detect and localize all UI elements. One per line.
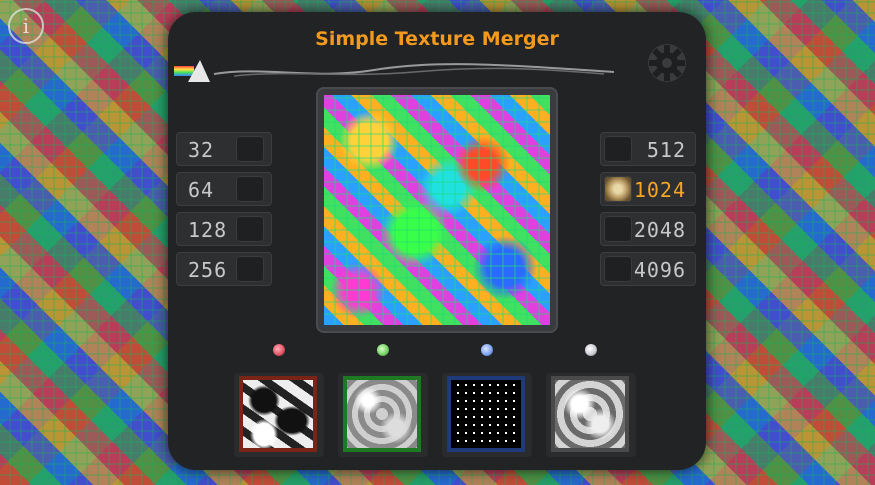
merged-texture-preview xyxy=(324,95,550,325)
size-checkbox xyxy=(604,256,632,282)
size-label: 1024 xyxy=(633,178,686,202)
red-texture-slot[interactable] xyxy=(234,373,324,457)
size-checkbox-selected xyxy=(604,176,632,202)
alpha-channel-texture xyxy=(551,376,629,452)
size-label: 2048 xyxy=(633,218,686,242)
main-panel: Simple Texture Merger 32 64 128 256 512 … xyxy=(168,12,706,470)
size-label: 64 xyxy=(188,178,215,202)
prism-logo-icon xyxy=(174,60,614,82)
red-channel-texture xyxy=(239,376,317,452)
size-option-2048[interactable]: 2048 xyxy=(600,212,696,246)
green-channel-texture xyxy=(343,376,421,452)
size-option-512[interactable]: 512 xyxy=(600,132,696,166)
info-icon[interactable]: i xyxy=(8,8,44,44)
size-label: 4096 xyxy=(633,258,686,282)
blue-channel-led xyxy=(481,344,493,356)
size-option-128[interactable]: 128 xyxy=(176,212,272,246)
green-channel-led xyxy=(377,344,389,356)
size-checkbox xyxy=(236,176,264,202)
gear-icon[interactable] xyxy=(646,42,688,84)
size-option-256[interactable]: 256 xyxy=(176,252,272,286)
size-checkbox xyxy=(236,216,264,242)
size-option-4096[interactable]: 4096 xyxy=(600,252,696,286)
size-option-64[interactable]: 64 xyxy=(176,172,272,206)
size-checkbox xyxy=(236,256,264,282)
green-texture-slot[interactable] xyxy=(338,373,428,457)
blue-channel-texture xyxy=(447,376,525,452)
size-option-1024[interactable]: 1024 xyxy=(600,172,696,206)
preview-frame xyxy=(316,87,558,333)
size-label: 256 xyxy=(188,258,228,282)
size-option-32[interactable]: 32 xyxy=(176,132,272,166)
size-checkbox xyxy=(604,136,632,162)
size-label: 512 xyxy=(646,138,686,162)
red-channel-led xyxy=(273,344,285,356)
size-label: 128 xyxy=(188,218,228,242)
blue-texture-slot[interactable] xyxy=(442,373,532,457)
size-checkbox xyxy=(236,136,264,162)
size-checkbox xyxy=(604,216,632,242)
app-title: Simple Texture Merger xyxy=(315,28,559,50)
size-label: 32 xyxy=(188,138,215,162)
alpha-texture-slot[interactable] xyxy=(546,373,636,457)
alpha-channel-led xyxy=(585,344,597,356)
